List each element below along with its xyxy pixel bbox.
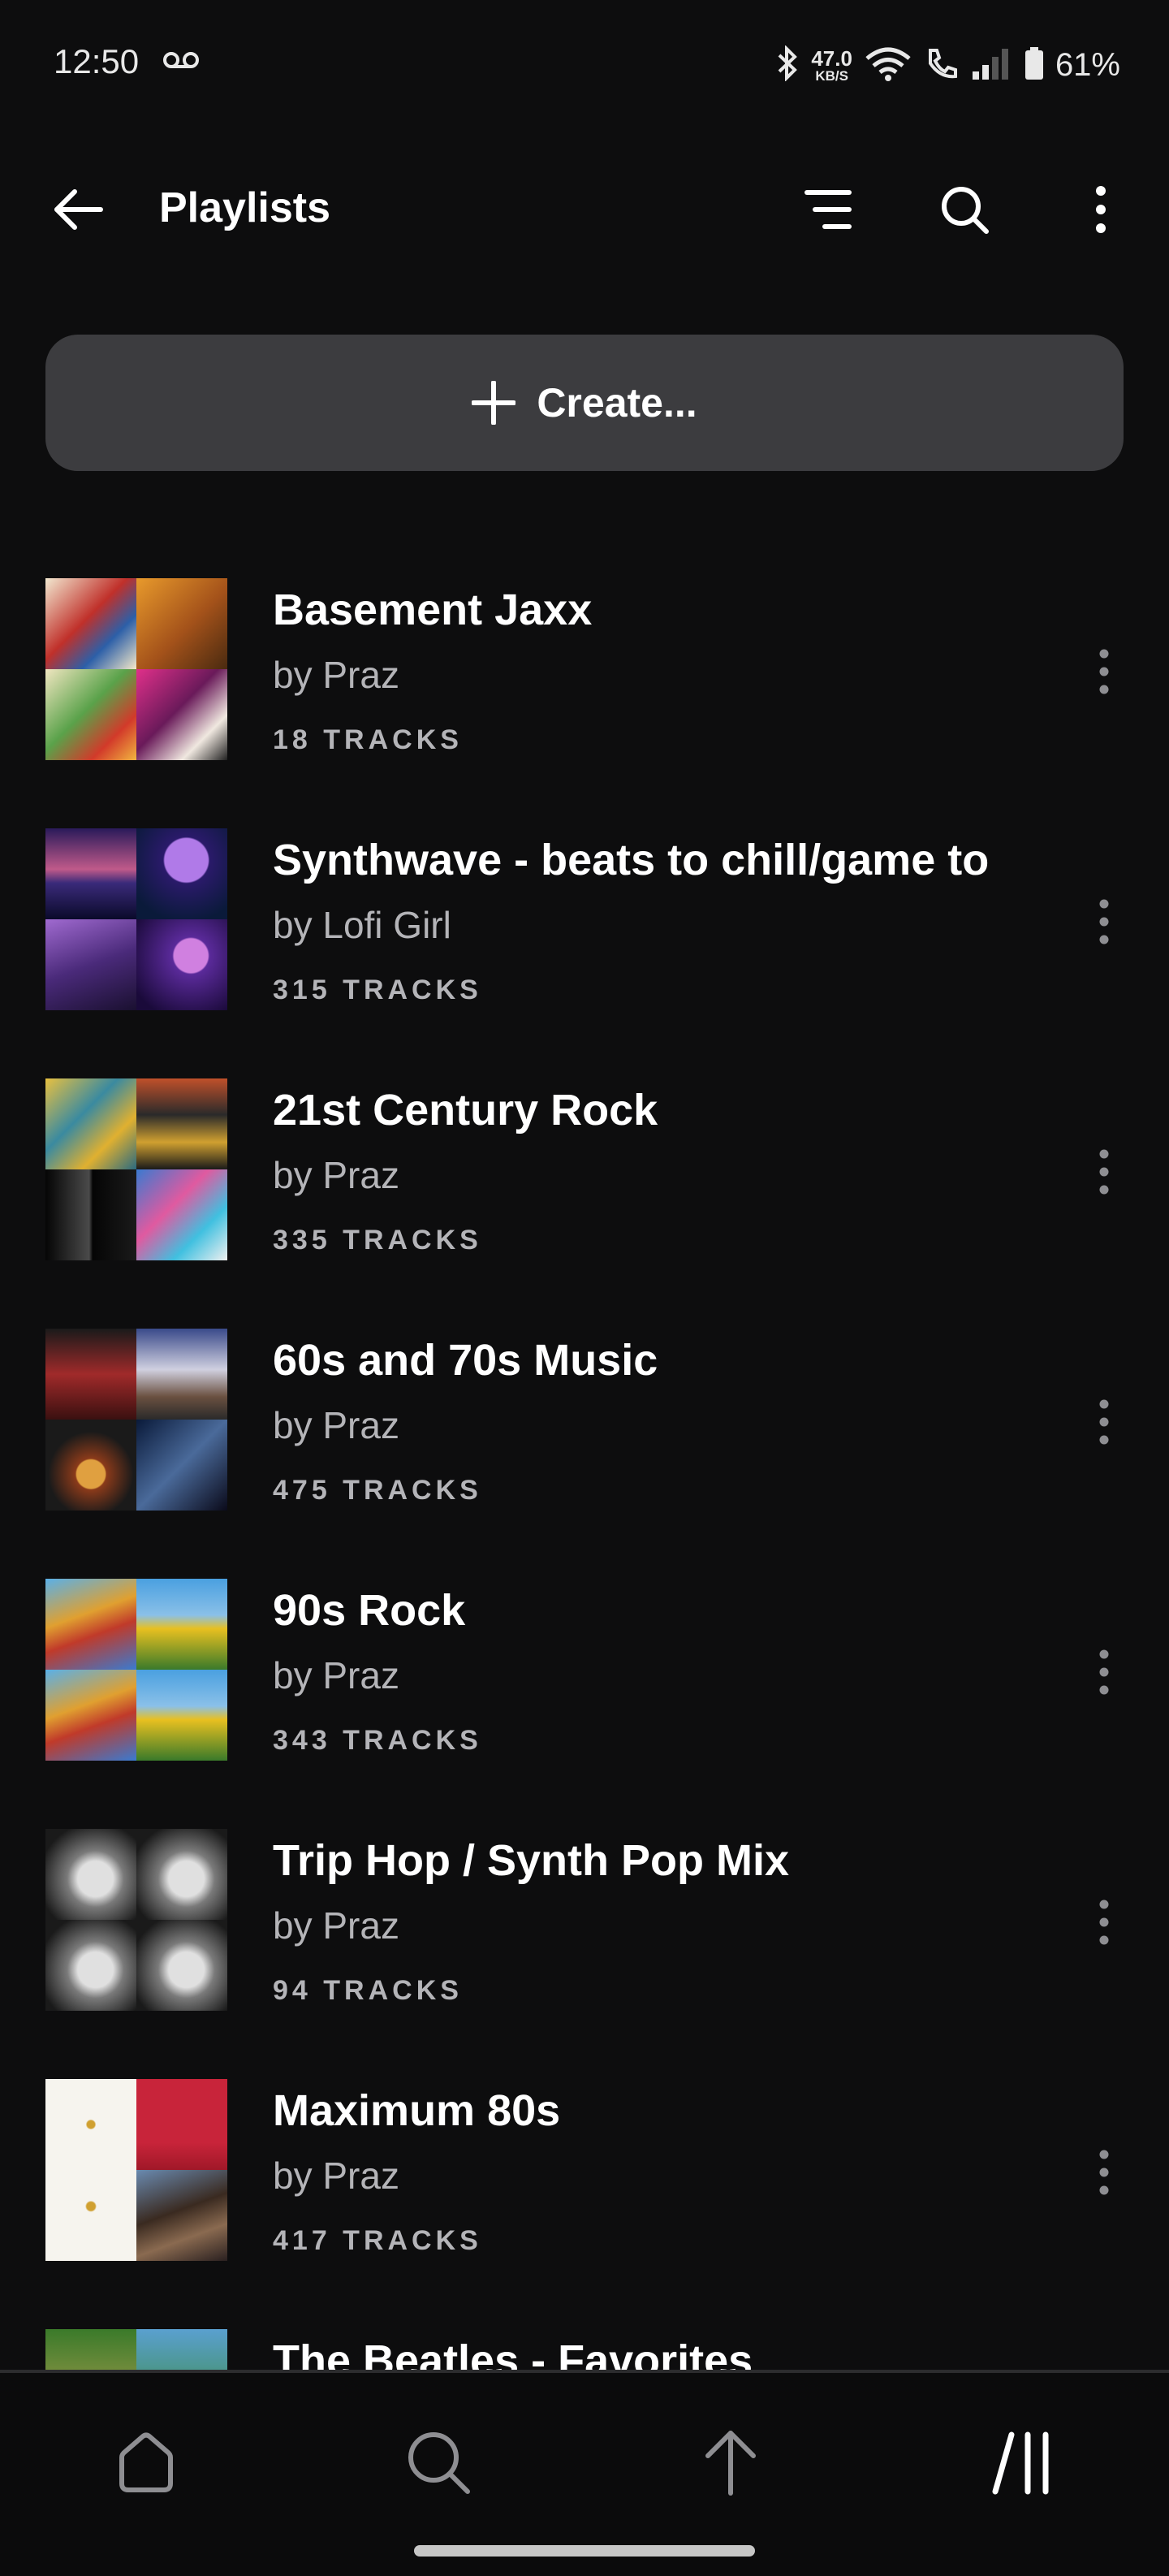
playlist-name: 21st Century Rock [273,1086,658,1135]
library-icon [992,2431,1049,2495]
playlist-cover [45,1579,227,1761]
playlist-track-count: 335 TRACKS [273,1225,482,1256]
more-vert-icon [1099,1649,1109,1695]
playlist-item[interactable]: Trip Hop / Synth Pop Mix by Praz 94 TRAC… [0,1829,1169,2040]
more-vert-icon [1099,1149,1109,1195]
playlist-more-button[interactable] [1080,2136,1128,2209]
playlist-more-button[interactable] [1080,885,1128,958]
playlist-track-count: 417 TRACKS [273,2225,482,2256]
nav-home[interactable] [97,2422,195,2503]
search-icon [942,187,989,234]
playlist-track-count: 18 TRACKS [273,724,463,755]
sort-button[interactable] [796,180,861,239]
playlist-name: 90s Rock [273,1586,466,1635]
playlist-item[interactable]: 21st Century Rock by Praz 335 TRACKS [0,1078,1169,1290]
network-speed-value: 47.0 [811,45,852,71]
nav-search[interactable] [390,2422,487,2503]
playlist-cover [45,1829,227,2011]
back-arrow-icon [54,189,103,230]
playlist-more-button[interactable] [1080,1886,1128,1959]
signal-icon [971,45,1013,85]
playlist-owner: by Praz [273,1904,399,1947]
home-icon [119,2432,173,2492]
bottom-navigation [0,2370,1169,2576]
more-vert-icon [1099,2150,1109,2195]
nav-library[interactable] [974,2422,1072,2503]
bluetooth-icon [775,44,800,85]
wifi-calling-icon [924,45,960,85]
playlist-cover [45,1078,227,1260]
playlist-name: Basement Jaxx [273,586,593,634]
create-playlist-button[interactable]: Create... [45,335,1124,471]
playlist-owner: by Praz [273,1154,399,1196]
nav-upload[interactable] [682,2422,779,2503]
app-bar: Playlists [0,162,1169,257]
gesture-bar[interactable] [414,2545,755,2557]
playlist-track-count: 475 TRACKS [273,1475,482,1506]
more-vert-icon [1099,649,1109,694]
playlist-track-count: 343 TRACKS [273,1725,482,1756]
voicemail-icon [162,50,200,74]
playlist-item[interactable]: Synthwave - beats to chill/game to by Lo… [0,828,1169,1039]
status-bar: 12:50 47.0 KB/S 61% [0,0,1169,130]
battery-icon [1024,45,1044,85]
playlist-cover [45,828,227,1010]
playlist-owner: by Praz [273,1404,399,1446]
search-icon [408,2432,470,2494]
playlist-more-button[interactable] [1080,1636,1128,1709]
more-options-button[interactable] [1068,180,1133,239]
playlist-track-count: 315 TRACKS [273,975,482,1005]
page-title: Playlists [159,184,331,231]
network-speed: 47.0 KB/S [811,48,852,83]
playlist-track-count: 94 TRACKS [273,1975,463,2006]
wifi-icon [864,45,912,85]
playlist-owner: by Praz [273,1654,399,1696]
playlist-cover [45,1329,227,1511]
playlist-owner: by Praz [273,654,399,696]
network-speed-unit: KB/S [815,67,848,84]
status-icons: 47.0 KB/S 61% [775,41,1120,89]
playlist-name: Synthwave - beats to chill/game to [273,836,990,884]
create-label: Create... [537,380,697,426]
playlist-cover [45,2079,227,2261]
playlist-more-button[interactable] [1080,635,1128,708]
more-vert-icon [1099,1399,1109,1445]
playlist-name: 60s and 70s Music [273,1336,658,1385]
more-vert-icon [1099,1900,1109,1945]
playlist-cover [45,578,227,760]
playlist-more-button[interactable] [1080,1135,1128,1208]
more-vert-icon [1099,899,1109,944]
playlist-item[interactable]: 90s Rock by Praz 343 TRACKS [0,1579,1169,1790]
playlist-item[interactable]: Maximum 80s by Praz 417 TRACKS [0,2079,1169,2290]
more-vert-icon [1096,186,1106,233]
battery-percent: 61% [1055,46,1120,83]
playlist-name: Maximum 80s [273,2086,561,2135]
upload-arrow-icon [705,2431,756,2496]
playlist-item[interactable]: 60s and 70s Music by Praz 475 TRACKS [0,1329,1169,1540]
search-button[interactable] [932,180,997,239]
status-time: 12:50 [54,42,140,80]
playlist-owner: by Lofi Girl [273,904,451,946]
playlist-owner: by Praz [273,2155,399,2197]
back-button[interactable] [45,180,110,239]
playlist-more-button[interactable] [1080,1385,1128,1459]
plus-icon [472,381,516,425]
playlist-name: Trip Hop / Synth Pop Mix [273,1836,790,1885]
sort-icon [804,190,852,229]
playlist-item[interactable]: Basement Jaxx by Praz 18 TRACKS [0,578,1169,789]
